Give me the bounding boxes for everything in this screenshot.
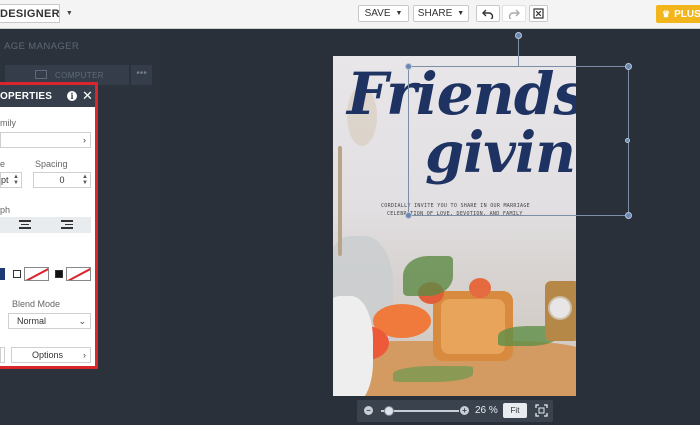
options-label: Options [32, 350, 64, 360]
rotate-handle[interactable] [515, 32, 522, 39]
resize-handle-bottom-left[interactable] [405, 212, 412, 219]
fill-color-swatch[interactable] [0, 268, 5, 280]
stroke-color-swatch[interactable] [24, 267, 49, 281]
selection-box [408, 66, 629, 216]
blend-mode-select[interactable]: Normal ⌄ [8, 313, 91, 329]
font-family-label: mily [0, 118, 16, 128]
dried-flower-stem [338, 146, 342, 256]
align-center-icon [19, 220, 31, 231]
resize-handle-top-left[interactable] [405, 63, 412, 70]
stepper-arrows-icon: ▲ ▼ [13, 174, 19, 186]
plus-upgrade-button[interactable]: ♛ PLUS [656, 5, 700, 23]
options-button[interactable]: Options › [11, 347, 91, 363]
zoom-slider-knob[interactable] [384, 406, 394, 416]
font-size-value: pt [1, 175, 9, 185]
close-icon[interactable]: ✕ [82, 88, 93, 104]
tab-computer-label: COMPUTER [55, 70, 104, 80]
zoom-controls: − + 26 % Fit [357, 400, 553, 422]
redo-icon [508, 9, 520, 19]
properties-panel: OPERTIES i ✕ mily › e Spacing pt ▲ ▼ 0 ▲ ▼… [0, 82, 98, 369]
font-size-label: e [0, 159, 6, 169]
grapefruit-wedge-shape [469, 278, 491, 298]
chevron-down-icon: ▼ [395, 10, 403, 17]
image-manager-title: AGE MANAGER [4, 41, 80, 52]
alignment-row [0, 217, 91, 233]
undo-icon [482, 9, 494, 19]
close-document-button[interactable] [529, 5, 548, 22]
shadow-color-swatch[interactable] [66, 267, 91, 281]
spacing-label: Spacing [35, 159, 68, 169]
font-family-select[interactable]: › [0, 132, 91, 148]
info-icon[interactable]: i [67, 91, 77, 101]
properties-title: OPERTIES [0, 90, 53, 102]
share-label: SHARE [417, 8, 453, 19]
fit-button[interactable]: Fit [503, 403, 527, 418]
spacing-stepper[interactable]: 0 ▲ ▼ [33, 172, 91, 188]
rosemary-sprig-shape [393, 366, 473, 382]
mode-label: DESIGNER [0, 7, 60, 20]
rotation-line [518, 38, 519, 66]
redo-button[interactable] [502, 5, 526, 22]
fullscreen-icon[interactable] [535, 404, 548, 417]
top-toolbar: DESIGNER ▼ SAVE ▼ SHARE ▼ ♛ PLUS [0, 0, 700, 29]
align-center-button[interactable] [15, 219, 35, 231]
align-right-icon [61, 220, 73, 231]
glass-highlight-shape [441, 299, 505, 354]
resize-handle-right[interactable] [625, 138, 630, 143]
monitor-icon [35, 70, 47, 79]
small-action-button[interactable] [0, 347, 5, 363]
spacing-value: 0 [59, 175, 65, 185]
shadow-checkbox[interactable] [55, 270, 63, 278]
chevron-down-icon: ⌄ [78, 316, 86, 326]
resize-handle-bottom-right[interactable] [625, 212, 632, 219]
properties-header: OPERTIES [0, 85, 95, 107]
save-label: SAVE [364, 8, 391, 19]
blend-mode-value: Normal [17, 316, 47, 326]
blend-mode-label: Blend Mode [12, 299, 61, 309]
resize-handle-top-right[interactable] [625, 63, 632, 70]
chevron-down-icon: ▼ [65, 10, 73, 17]
save-button[interactable]: SAVE ▼ [358, 5, 409, 22]
undo-button[interactable] [476, 5, 500, 22]
more-options-button[interactable]: ••• [131, 65, 152, 85]
bokeh-circle [548, 296, 572, 320]
chevron-down-icon: ▼ [457, 10, 465, 17]
close-square-icon [533, 8, 544, 19]
crown-icon: ♛ [662, 8, 671, 19]
zoom-in-button[interactable]: + [460, 406, 469, 415]
stroke-checkbox[interactable] [13, 270, 21, 278]
zoom-out-button[interactable]: − [364, 406, 373, 415]
paragraph-label: ph [0, 205, 11, 215]
napkin-shape [333, 296, 373, 396]
align-right-button[interactable] [57, 219, 77, 231]
plus-label: PLUS [674, 8, 700, 20]
chevron-right-icon: › [83, 135, 86, 145]
share-button[interactable]: SHARE ▼ [413, 5, 469, 22]
chevron-right-icon: › [83, 350, 86, 360]
mode-dropdown[interactable]: DESIGNER ▼ [0, 4, 73, 23]
rosemary-sprig-shape [403, 256, 453, 296]
zoom-percent: 26 % [475, 405, 498, 416]
stepper-arrows-icon: ▲ ▼ [82, 174, 88, 186]
font-size-stepper[interactable]: pt ▲ ▼ [0, 172, 22, 188]
